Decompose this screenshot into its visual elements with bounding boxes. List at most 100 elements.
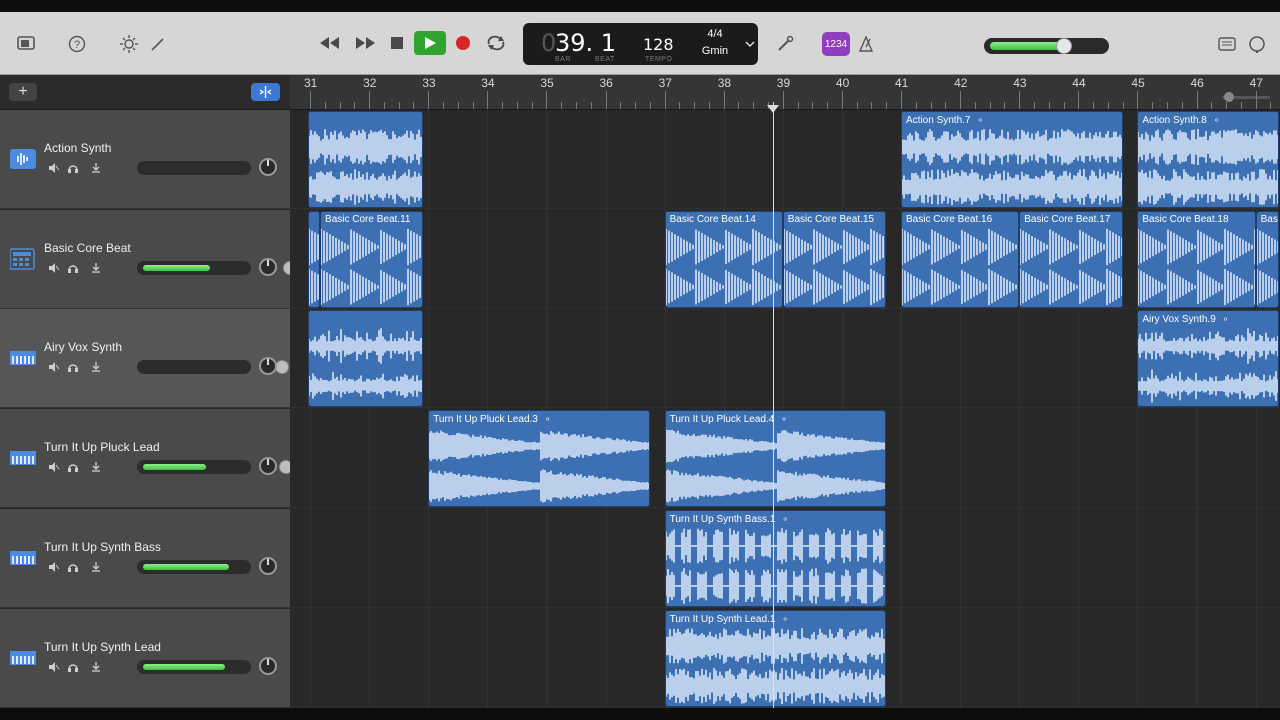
- record-enable-button[interactable]: [89, 661, 103, 673]
- lcd-time-signature[interactable]: 4/4: [695, 28, 735, 41]
- master-volume-slider[interactable]: [984, 38, 1109, 54]
- pan-knob[interactable]: [259, 556, 277, 575]
- audio-region[interactable]: Basic Core Beat.18: [1137, 210, 1256, 308]
- audio-region[interactable]: [308, 210, 321, 308]
- solo-button[interactable]: [66, 162, 80, 174]
- track-lane[interactable]: [290, 110, 1280, 209]
- pan-knob[interactable]: [259, 656, 277, 675]
- track-name[interactable]: Airy Vox Synth: [44, 340, 122, 354]
- volume-slider[interactable]: [137, 260, 298, 275]
- waveform: [1138, 129, 1279, 205]
- audio-region[interactable]: Basi: [1255, 210, 1280, 308]
- audio-region[interactable]: [308, 111, 424, 208]
- volume-slider[interactable]: [137, 360, 289, 375]
- mute-button[interactable]: [47, 361, 61, 373]
- audio-region[interactable]: Basic Core Beat.11: [320, 210, 424, 308]
- waveform: [309, 228, 320, 305]
- volume-slider[interactable]: [137, 161, 309, 175]
- mute-button[interactable]: [47, 561, 61, 573]
- record-enable-button[interactable]: [89, 262, 103, 274]
- volume-slider[interactable]: [137, 559, 316, 574]
- track-name[interactable]: Turn It Up Synth Lead: [44, 640, 161, 654]
- rewind-button[interactable]: [318, 33, 342, 53]
- master-volume-knob[interactable]: [1056, 38, 1072, 54]
- editor-pencil-icon[interactable]: [147, 34, 169, 54]
- pan-knob[interactable]: [259, 357, 277, 376]
- audio-region[interactable]: Basic Core Beat.15: [782, 210, 887, 308]
- volume-slider[interactable]: [137, 460, 293, 475]
- solo-button[interactable]: [66, 661, 80, 673]
- track-header[interactable]: Turn It Up Pluck Lead: [0, 409, 293, 509]
- track-lane[interactable]: [290, 309, 1280, 409]
- playhead-handle[interactable]: [767, 105, 779, 113]
- track-header[interactable]: Action Synth: [0, 110, 309, 209]
- track-header[interactable]: Turn It Up Synth Lead: [0, 608, 312, 708]
- zoom-slider-knob[interactable]: [1224, 92, 1234, 102]
- audio-region[interactable]: Turn It Up Synth Bass.1 ⚬: [664, 509, 887, 607]
- solo-button[interactable]: [66, 262, 80, 274]
- record-enable-button[interactable]: [89, 361, 103, 373]
- library-icon[interactable]: [15, 34, 37, 54]
- chevron-down-icon[interactable]: [745, 40, 755, 48]
- synth-waveform-icon: [10, 148, 36, 170]
- pan-knob[interactable]: [259, 257, 277, 276]
- mute-button[interactable]: [47, 461, 61, 473]
- track-header[interactable]: Basic Core Beat: [0, 209, 298, 309]
- audio-region[interactable]: Turn It Up Pluck Lead.3 ⚬: [428, 410, 650, 508]
- solo-button[interactable]: [66, 561, 80, 573]
- track-header[interactable]: Airy Vox Synth: [0, 309, 290, 409]
- audio-region[interactable]: Basic Core Beat.17: [1019, 210, 1123, 308]
- record-button[interactable]: [454, 34, 472, 52]
- track-name[interactable]: Action Synth: [44, 141, 111, 155]
- audio-region[interactable]: Airy Vox Synth.9 ⚬: [1137, 310, 1280, 408]
- help-icon[interactable]: ?: [66, 34, 88, 54]
- catch-playhead-button[interactable]: [251, 83, 280, 101]
- smart-controls-icon[interactable]: [118, 34, 140, 54]
- count-in-button[interactable]: 1234: [822, 32, 850, 56]
- track-name[interactable]: Turn It Up Synth Bass: [44, 540, 161, 554]
- audio-region[interactable]: Turn It Up Synth Lead.1 ⚬: [664, 609, 887, 707]
- waveform: [902, 129, 1122, 205]
- lcd-bar-label: BAR: [555, 56, 571, 63]
- loop-browser-button[interactable]: [1246, 34, 1268, 54]
- region-name: Turn It Up Pluck Lead.4 ⚬: [670, 413, 788, 426]
- note-pad-button[interactable]: [1216, 34, 1238, 54]
- play-button[interactable]: [414, 31, 446, 55]
- record-enable-button[interactable]: [89, 561, 103, 573]
- add-track-button[interactable]: +: [9, 83, 37, 101]
- pan-knob[interactable]: [259, 457, 277, 476]
- record-enable-button[interactable]: [89, 162, 103, 174]
- track-name[interactable]: Basic Core Beat: [44, 241, 131, 255]
- mute-button[interactable]: [47, 661, 61, 673]
- playhead[interactable]: [773, 102, 774, 708]
- audio-region[interactable]: Basic Core Beat.16: [901, 210, 1020, 308]
- ruler-tick: [856, 102, 858, 109]
- mute-button[interactable]: [47, 262, 61, 274]
- tuner-button[interactable]: [774, 34, 796, 54]
- tracks-area[interactable]: Action Synth.7 ⚬ Action Synth.8 ⚬ Basic Core…: [290, 110, 1280, 708]
- mute-button[interactable]: [47, 162, 61, 174]
- audio-region[interactable]: [308, 310, 424, 408]
- audio-region[interactable]: Basic Core Beat.14: [664, 210, 783, 308]
- solo-button[interactable]: [66, 361, 80, 373]
- lcd-display[interactable]: 0 39. 1 BAR BEAT 128 TEMPO 4/4 Gmin: [523, 23, 758, 65]
- stop-button[interactable]: [388, 33, 406, 53]
- solo-button[interactable]: [66, 461, 80, 473]
- audio-region[interactable]: Turn It Up Pluck Lead.4 ⚬: [664, 410, 887, 508]
- loop-icon: ⚬: [1221, 314, 1230, 325]
- lcd-tempo[interactable]: 128: [643, 35, 674, 55]
- record-enable-button[interactable]: [89, 461, 103, 473]
- audio-region[interactable]: Action Synth.7 ⚬: [901, 111, 1123, 208]
- zoom-slider[interactable]: [1222, 92, 1270, 102]
- volume-slider[interactable]: [137, 659, 312, 674]
- headphones-icon: [68, 265, 78, 273]
- fast-forward-button[interactable]: [353, 33, 377, 53]
- lcd-key[interactable]: Gmin: [695, 45, 735, 58]
- metronome-button[interactable]: [856, 34, 876, 54]
- track-name[interactable]: Turn It Up Pluck Lead: [44, 440, 160, 454]
- timeline-ruler[interactable]: 31 32 33 34 35 36 37 38 39 40 41 42 43 44 45 46 47: [290, 75, 1280, 110]
- track-header[interactable]: Turn It Up Synth Bass: [0, 508, 316, 608]
- cycle-button[interactable]: [484, 33, 508, 53]
- audio-region[interactable]: Action Synth.8 ⚬: [1137, 111, 1280, 208]
- pan-knob[interactable]: [259, 158, 277, 176]
